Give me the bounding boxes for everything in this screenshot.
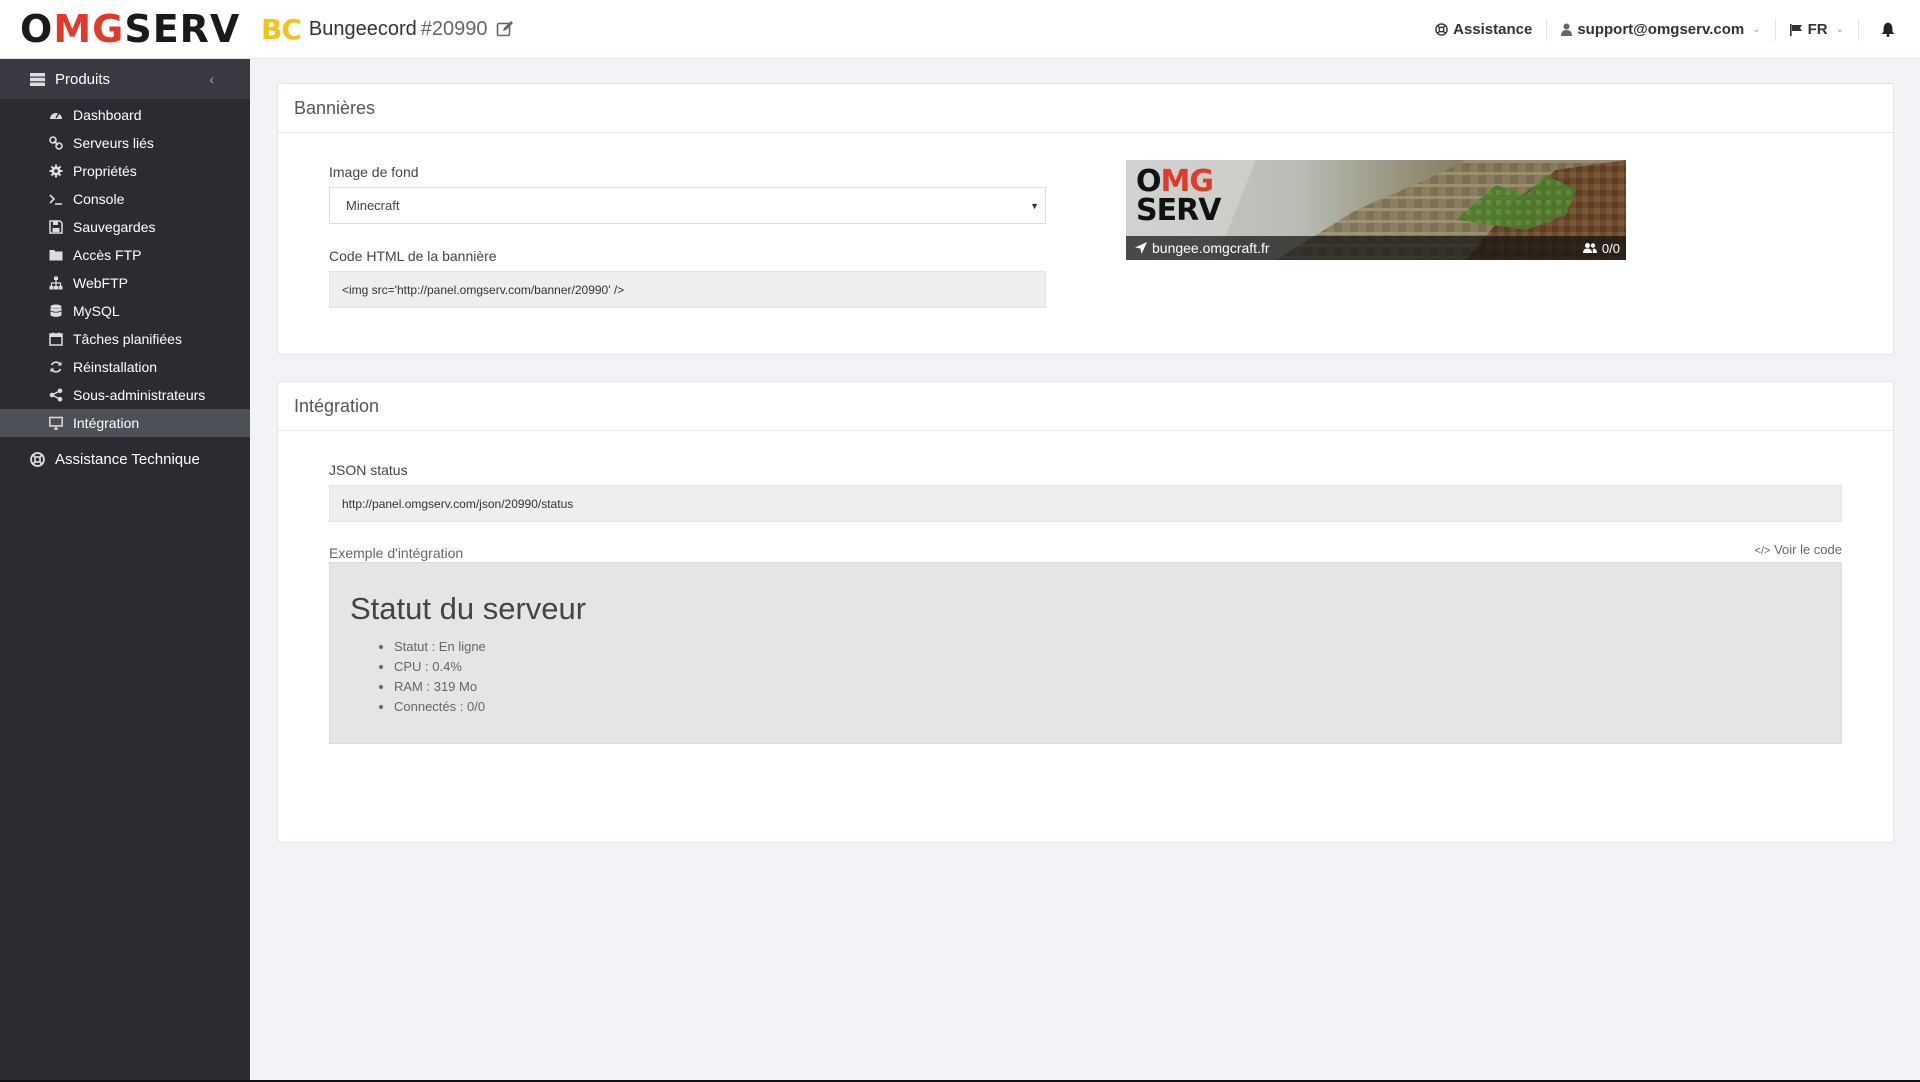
server-id: #20990 [420,17,488,40]
location-arrow-icon [1135,242,1147,254]
banner-preview: OMG SERV bungee.omgcraft.fr 0/0 [1126,160,1626,260]
sidebar-section-produits[interactable]: Produits ‹ [0,59,250,99]
code-icon: </> [1754,545,1771,557]
sidebar-item-label: Tâches planifiées [73,331,182,347]
banner-logo: OMG SERV [1136,164,1221,228]
language-label: FR [1807,21,1828,38]
edit-icon[interactable] [496,20,514,38]
banner-html-code-field[interactable]: <img src='http://panel.omgserv.com/banne… [329,271,1046,308]
sidebar-item-label: MySQL [73,303,120,319]
banner-server-address: bungee.omgcraft.fr [1152,240,1270,256]
assistance-link[interactable]: Assistance [1421,18,1546,42]
caret-down-icon: ▼ [1030,200,1039,211]
account-email: support@omgserv.com [1577,21,1745,38]
logo-o: O [20,7,54,51]
chevron-down-icon: ⌄ [1752,24,1761,35]
sidebar-item-linked-servers[interactable]: Serveurs liés [0,129,250,157]
json-status-label: JSON status [329,462,408,478]
server-title: BC Bungeecord #20990 [261,13,514,46]
integration-example-label: Exemple d'intégration [329,545,464,561]
sidebar-item-label: Sauvegardes [73,219,156,235]
top-header: OMGSERV BC Bungeecord #20990 Assistance … [0,0,1920,59]
sidebar-section-label: Produits [55,70,111,88]
list-item: RAM : 319 Mo [394,677,486,697]
integration-panel: Intégration JSON status http://panel.omg… [277,381,1894,843]
flag-icon [1789,23,1802,36]
sidebar-item-label: Réinstallation [73,359,158,375]
account-menu[interactable]: support@omgserv.com ⌄ [1547,18,1774,42]
language-menu[interactable]: FR ⌄ [1776,18,1858,42]
sidebar-item-technical-support[interactable]: Assistance Technique [0,437,250,481]
server-name: Bungeecord [308,17,417,40]
sidebar-item-mysql[interactable]: MySQL [0,297,250,325]
monitor-icon [49,416,63,430]
link-icon [49,136,63,150]
list-item: Connectés : 0/0 [394,697,486,717]
view-code-label: Voir le code [1774,542,1842,557]
banners-panel: Bannières Image de fond Minecraft ▼ Code… [277,83,1894,355]
select-value: Minecraft [346,198,400,213]
list-item: CPU : 0.4% [394,657,486,677]
sidebar-item-label: WebFTP [73,275,128,291]
banner-html-code-value: <img src='http://panel.omgserv.com/banne… [342,282,625,297]
omgserv-logo[interactable]: OMGSERV [0,0,249,59]
logo-serv: SERV [124,7,241,51]
save-icon [49,220,63,234]
server-icon [30,72,45,86]
json-status-url-field[interactable]: http://panel.omgserv.com/json/20990/stat… [329,485,1842,522]
sidebar-item-sub-admins[interactable]: Sous-administrateurs [0,381,250,409]
sidebar-item-label: Assistance Technique [55,450,200,468]
database-icon [50,304,62,317]
server-type-badge: BC [261,12,302,46]
list-item: Statut : En ligne [394,637,486,657]
user-icon [1561,23,1573,36]
banner-info-bar: bungee.omgcraft.fr 0/0 [1126,236,1626,260]
refresh-icon [50,361,62,373]
sidebar-item-scheduled-tasks[interactable]: Tâches planifiées [0,325,250,353]
panel-title: Intégration [278,382,1893,431]
sidebar-item-dashboard[interactable]: Dashboard [0,101,250,129]
background-image-label: Image de fond [329,164,419,180]
banner-html-code-label: Code HTML de la bannière [329,248,497,264]
chevron-left-icon[interactable]: ‹ [209,71,214,87]
sitemap-icon [49,276,63,290]
background-image-select[interactable]: Minecraft ▼ [329,187,1046,224]
sidebar-item-label: Dashboard [73,107,142,123]
gear-icon [49,164,63,178]
json-status-url: http://panel.omgserv.com/json/20990/stat… [342,496,574,511]
panel-title: Bannières [278,84,1893,133]
calendar-icon [49,332,63,346]
sidebar-item-label: Sous-administrateurs [73,387,206,403]
sidebar-item-label: Propriétés [73,163,137,179]
sidebar-item-webftp[interactable]: WebFTP [0,269,250,297]
sidebar-item-integration[interactable]: Intégration [0,409,250,437]
users-icon [1582,243,1597,253]
sidebar-item-backups[interactable]: Sauvegardes [0,213,250,241]
lifebuoy-icon [30,451,45,467]
sidebar-item-label: Accès FTP [73,247,142,263]
sidebar: Produits ‹ Dashboard Serveurs liés Propr… [0,59,250,1082]
assistance-label: Assistance [1453,21,1533,38]
lifebuoy-icon [1435,23,1448,36]
sidebar-item-reinstall[interactable]: Réinstallation [0,353,250,381]
integration-example-preview: Statut du serveur Statut : En ligne CPU … [329,562,1842,744]
sidebar-item-label: Serveurs liés [73,135,154,151]
dashboard-icon [50,112,62,119]
sidebar-item-properties[interactable]: Propriétés [0,157,250,185]
view-code-link[interactable]: </> Voir le code [1755,542,1842,557]
sidebar-item-ftp-access[interactable]: Accès FTP [0,241,250,269]
example-title: Statut du serveur [350,591,587,626]
bell-icon [1881,22,1895,37]
chevron-down-icon: ⌄ [1835,24,1844,35]
folder-icon [49,250,63,261]
sidebar-item-label: Console [73,191,125,207]
share-icon [49,388,63,402]
sidebar-item-label: Intégration [73,415,140,431]
example-status-list: Statut : En ligne CPU : 0.4% RAM : 319 M… [394,637,486,717]
logo-mg: MG [53,7,125,51]
notifications-button[interactable] [1859,18,1920,42]
terminal-icon [49,194,62,205]
banner-player-count: 0/0 [1601,240,1620,256]
sidebar-item-console[interactable]: Console [0,185,250,213]
